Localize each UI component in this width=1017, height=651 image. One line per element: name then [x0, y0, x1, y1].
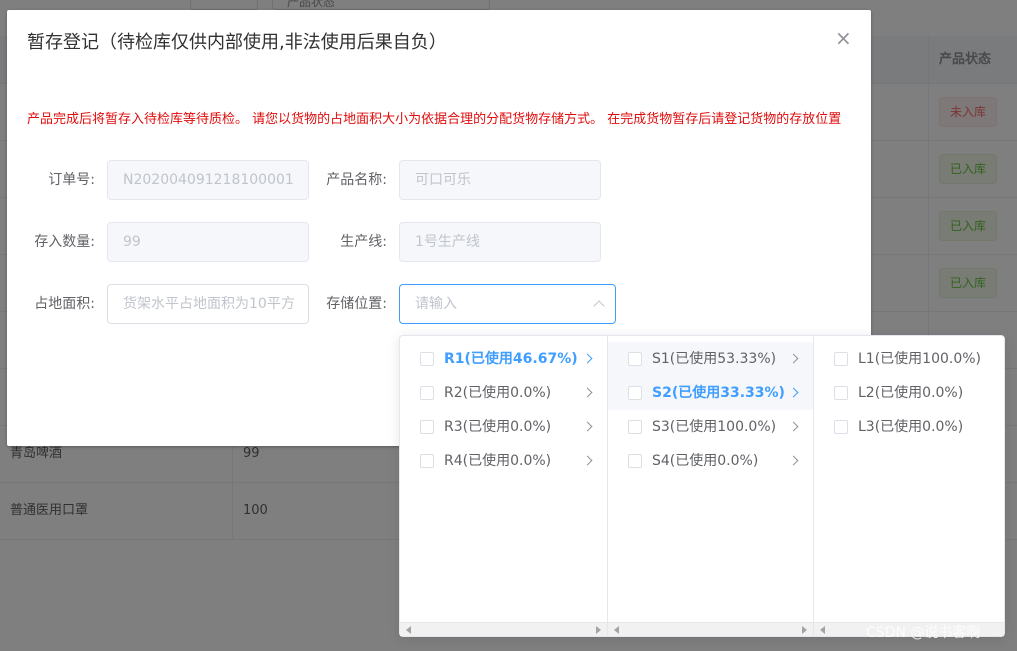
chevron-right-icon [788, 421, 799, 432]
production-line-label: 生产线: [340, 234, 387, 250]
cascader-node-s3[interactable]: S3(已使用100.0%) [608, 410, 813, 444]
cascader-panel-rack: R1(已使用46.67%) R2(已使用0.0%) R3(已使用0.0%) R4… [400, 336, 608, 636]
chevron-right-icon [788, 387, 799, 398]
storage-location-placeholder: 请输入 [415, 296, 457, 312]
cascader-node-r4[interactable]: R4(已使用0.0%) [400, 444, 607, 478]
cascader-node-l2[interactable]: L2(已使用0.0%) [814, 376, 1004, 410]
cascader-panel-shelf: S1(已使用53.33%) S2(已使用33.33%) S3(已使用100.0%… [608, 336, 814, 636]
node-label: S1(已使用53.33%) [652, 351, 777, 367]
checkbox[interactable] [834, 420, 848, 434]
node-label: S3(已使用100.0%) [652, 419, 777, 435]
scroll-left-icon[interactable] [614, 626, 619, 634]
checkbox[interactable] [628, 352, 642, 366]
panel-scrollbar[interactable] [608, 622, 813, 636]
quantity-input[interactable]: 99 [107, 222, 309, 262]
storage-location-cascader-dropdown: R1(已使用46.67%) R2(已使用0.0%) R3(已使用0.0%) R4… [399, 335, 1005, 637]
chevron-right-icon [788, 455, 799, 466]
watermark: CSDN @说书客啊 [866, 625, 981, 641]
storage-location-label: 存储位置: [326, 296, 387, 312]
checkbox[interactable] [628, 420, 642, 434]
chevron-right-icon [582, 353, 593, 364]
node-label: S4(已使用0.0%) [652, 453, 759, 469]
checkbox[interactable] [420, 454, 434, 468]
chevron-right-icon [582, 455, 593, 466]
node-label: L1(已使用100.0%) [858, 351, 982, 367]
quantity-label: 存入数量: [34, 234, 95, 250]
checkbox[interactable] [420, 386, 434, 400]
checkbox[interactable] [834, 386, 848, 400]
close-icon[interactable]: × [835, 28, 852, 48]
scroll-right-icon[interactable] [802, 626, 807, 634]
scroll-left-icon[interactable] [820, 626, 825, 634]
floor-area-label: 占地面积: [34, 296, 95, 312]
cascader-node-l1[interactable]: L1(已使用100.0%) [814, 342, 1004, 376]
node-label: S2(已使用33.33%) [652, 385, 785, 401]
cascader-node-l3[interactable]: L3(已使用0.0%) [814, 410, 1004, 444]
floor-area-input[interactable]: 货架水平占地面积为10平方 [107, 284, 309, 324]
storage-location-cascader-input[interactable]: 请输入 [399, 284, 616, 324]
scroll-right-icon[interactable] [596, 626, 601, 634]
checkbox[interactable] [420, 420, 434, 434]
chevron-right-icon [582, 387, 593, 398]
node-label: L2(已使用0.0%) [858, 385, 964, 401]
notice-text: 产品完成后将暂存入待检库等待质检。 请您以货物的占地面积大小为依据合理的分配货物… [27, 112, 842, 127]
cascader-node-s2[interactable]: S2(已使用33.33%) [608, 376, 813, 410]
panel-scrollbar[interactable] [400, 622, 607, 636]
product-name-label: 产品名称: [326, 172, 387, 188]
production-line-input[interactable]: 1号生产线 [399, 222, 601, 262]
node-label: R1(已使用46.67%) [444, 351, 578, 367]
node-label: R2(已使用0.0%) [444, 385, 552, 401]
order-no-label: 订单号: [48, 172, 95, 188]
cascader-node-r2[interactable]: R2(已使用0.0%) [400, 376, 607, 410]
cascader-node-r3[interactable]: R3(已使用0.0%) [400, 410, 607, 444]
scroll-left-icon[interactable] [406, 626, 411, 634]
checkbox[interactable] [834, 352, 848, 366]
chevron-up-icon [593, 300, 605, 312]
checkbox[interactable] [628, 454, 642, 468]
node-label: L3(已使用0.0%) [858, 419, 964, 435]
order-no-input[interactable]: N202004091218100001 [107, 160, 309, 200]
dialog-title: 暂存登记（待检库仅供内部使用,非法使用后果自负） [27, 32, 447, 53]
cascader-panel-layer: L1(已使用100.0%) L2(已使用0.0%) L3(已使用0.0%) [814, 336, 1004, 636]
cascader-node-s1[interactable]: S1(已使用53.33%) [608, 342, 813, 376]
cascader-node-s4[interactable]: S4(已使用0.0%) [608, 444, 813, 478]
chevron-right-icon [582, 421, 593, 432]
checkbox[interactable] [420, 352, 434, 366]
node-label: R3(已使用0.0%) [444, 419, 552, 435]
checkbox[interactable] [628, 386, 642, 400]
chevron-right-icon [788, 353, 799, 364]
product-name-input[interactable]: 可口可乐 [399, 160, 601, 200]
node-label: R4(已使用0.0%) [444, 453, 552, 469]
cascader-node-r1[interactable]: R1(已使用46.67%) [400, 342, 607, 376]
